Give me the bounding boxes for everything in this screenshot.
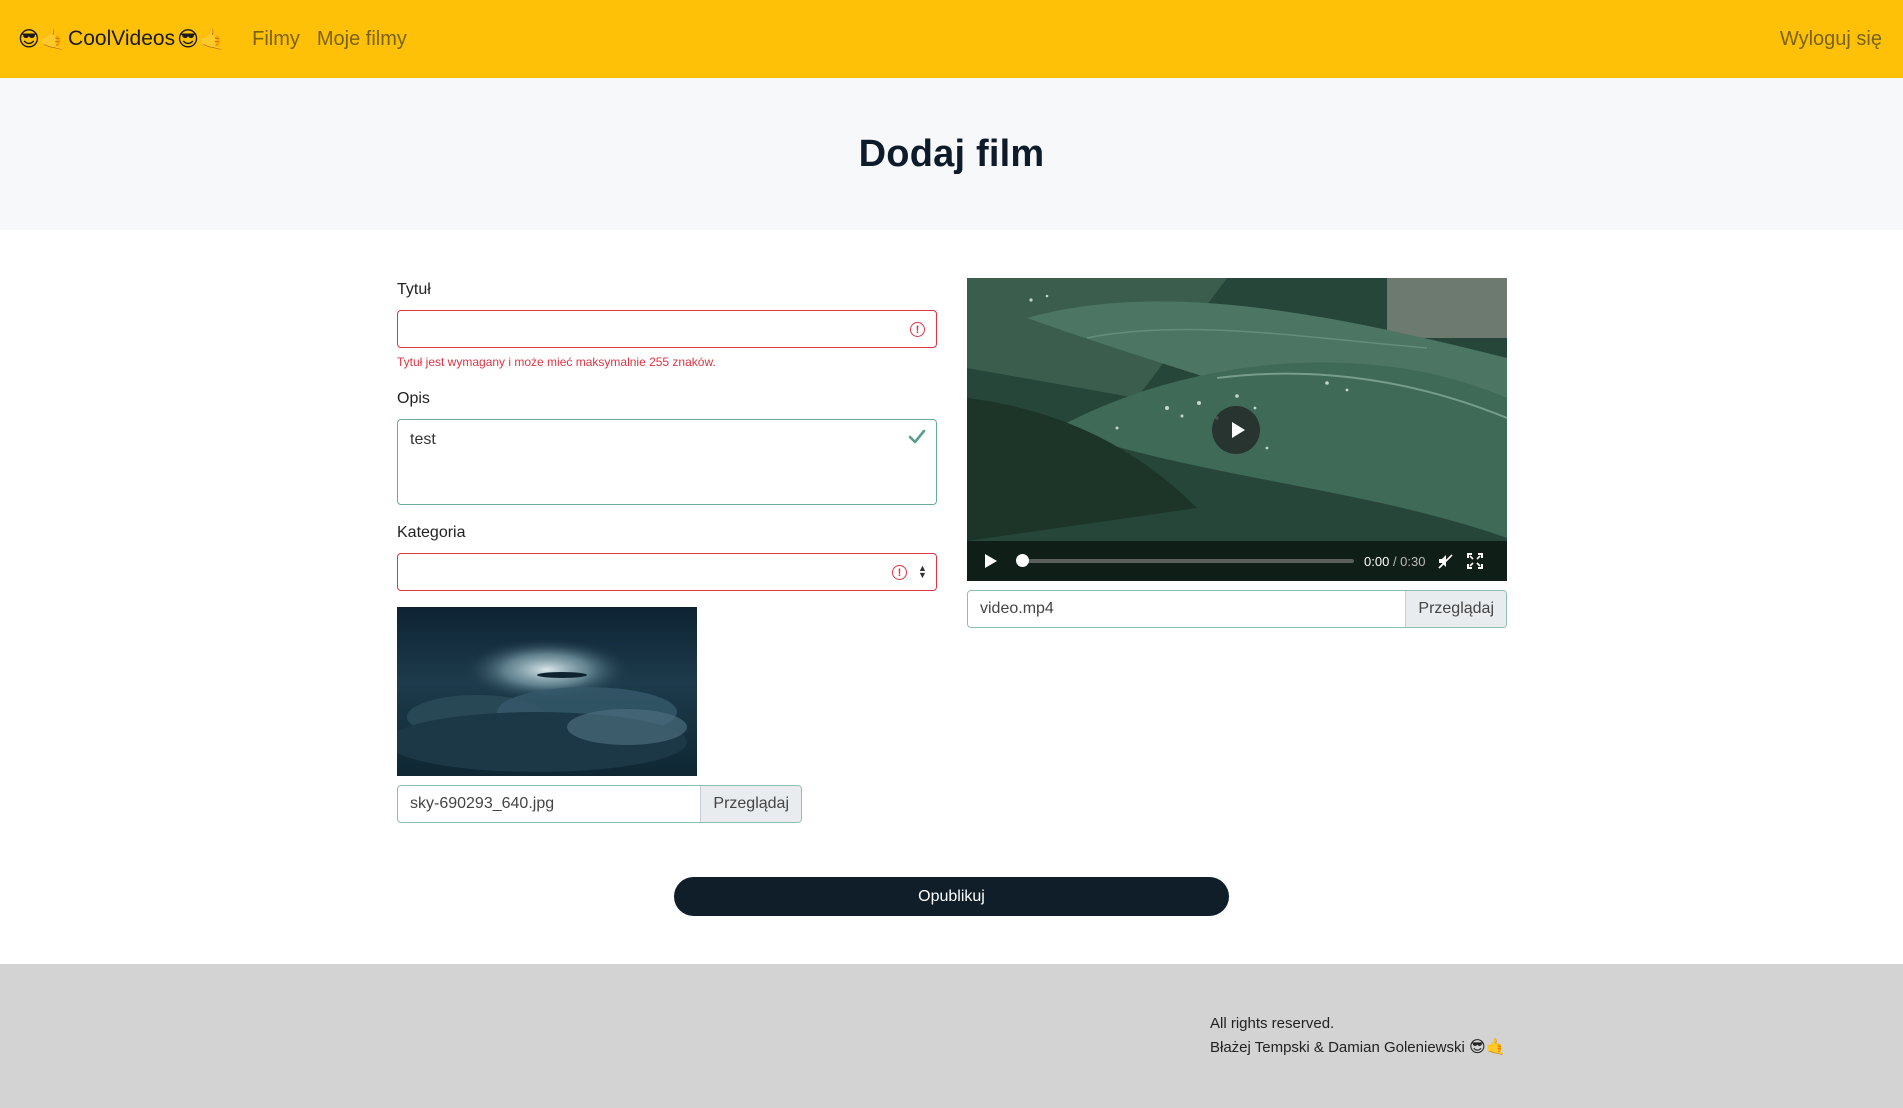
video-file-input[interactable]: video.mp4 Przeglądaj: [967, 590, 1507, 628]
footer-emoji-icon: 😎🤙: [1469, 1037, 1506, 1056]
current-time: 0:00: [1364, 553, 1390, 569]
video-player[interactable]: 0:00 / 0:30: [967, 278, 1507, 581]
thumbnail-file-name: sky-690293_640.jpg: [410, 795, 555, 812]
invalid-icon: !: [910, 322, 925, 337]
mute-icon[interactable]: [1437, 553, 1455, 569]
big-play-button[interactable]: [1212, 406, 1260, 454]
brand-emoji-icon: 😎🤙: [18, 26, 67, 51]
play-icon: [1231, 422, 1245, 438]
title-label: Tytuł: [397, 281, 431, 298]
category-label: Kategoria: [397, 524, 466, 541]
description-label: Opis: [397, 390, 430, 407]
fullscreen-icon[interactable]: [1467, 553, 1484, 569]
video-file-name: video.mp4: [980, 600, 1054, 617]
brand-emoji-icon: 😎🤙: [177, 26, 226, 51]
description-textarea[interactable]: test: [397, 419, 937, 505]
video-progress-bar[interactable]: [1016, 554, 1354, 567]
brand-logo[interactable]: 😎🤙 CoolVideos 😎🤙: [18, 27, 225, 51]
sky-clouds-image: [397, 607, 697, 776]
nav-link-filmy[interactable]: Filmy: [252, 28, 300, 51]
video-controls: 0:00 / 0:30: [967, 541, 1507, 581]
category-select[interactable]: ! ▲ ▼: [397, 553, 937, 591]
navbar: 😎🤙 CoolVideos 😎🤙 Filmy Moje filmy Wylogu…: [0, 0, 1903, 78]
title-error-message: Tytuł jest wymagany i może mieć maksymal…: [397, 355, 716, 369]
page-title: Dodaj film: [858, 132, 1045, 175]
thumbnail-preview: [397, 607, 697, 776]
total-time: / 0:30: [1392, 553, 1426, 569]
progress-knob[interactable]: [1016, 554, 1029, 567]
footer-authors-line: Błażej Tempski & Damian Goleniewski 😎🤙: [1210, 1037, 1506, 1057]
nav-links: Filmy Moje filmy: [252, 28, 407, 51]
title-input[interactable]: !: [397, 310, 937, 348]
invalid-icon: !: [892, 565, 907, 580]
footer-rights: All rights reserved.: [1210, 1015, 1335, 1032]
page-header: Dodaj film: [0, 78, 1903, 230]
thumbnail-file-input[interactable]: sky-690293_640.jpg Przeglądaj: [397, 785, 802, 823]
footer-authors: Błażej Tempski & Damian Goleniewski: [1210, 1039, 1465, 1056]
brand-name: CoolVideos: [68, 27, 176, 50]
footer: All rights reserved. Błażej Tempski & Da…: [0, 964, 1903, 1108]
volume-muted-icon: [1438, 554, 1454, 569]
expand-icon: [1467, 553, 1484, 569]
video-time: 0:00 / 0:30: [1364, 554, 1425, 569]
publish-button[interactable]: Opublikuj: [674, 877, 1229, 916]
description-value: test: [410, 431, 436, 448]
video-browse-button[interactable]: Przeglądaj: [1405, 591, 1506, 627]
select-arrows-icon: ▲ ▼: [918, 563, 927, 580]
logout-link[interactable]: Wyloguj się: [1780, 28, 1882, 51]
play-icon[interactable]: [985, 554, 997, 568]
nav-link-moje-filmy[interactable]: Moje filmy: [317, 28, 407, 51]
check-icon: [908, 429, 926, 444]
thumbnail-browse-button[interactable]: Przeglądaj: [700, 786, 801, 822]
